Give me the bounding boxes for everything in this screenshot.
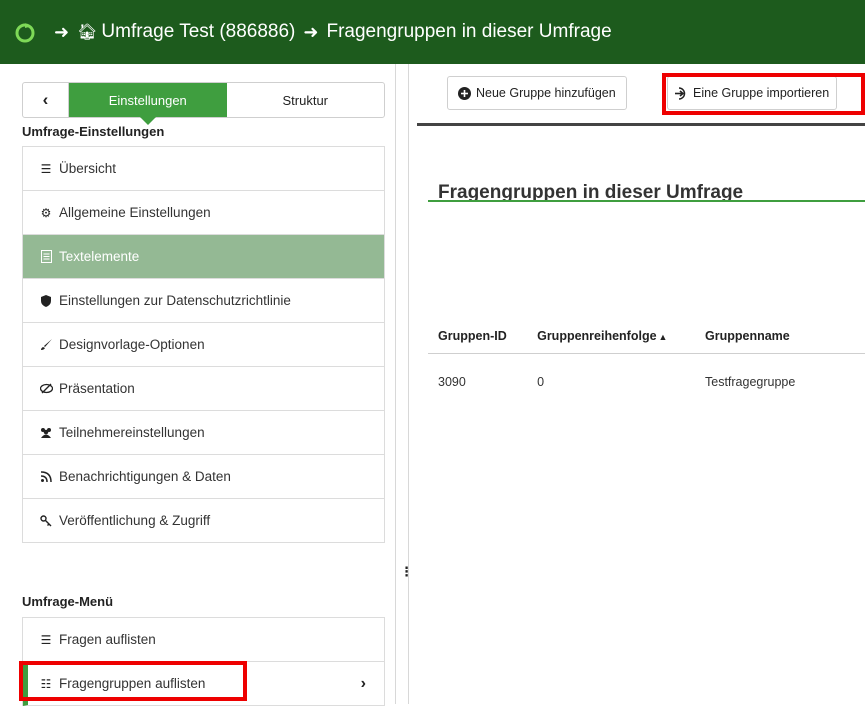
cogs-icon: ⚙ [40, 205, 52, 220]
limesurvey-logo-icon[interactable] [14, 21, 36, 43]
cell-group-order: 0 [537, 375, 545, 390]
sidebar-item-label: Benachrichtigungen & Daten [59, 469, 231, 484]
sidebar-item-label: Veröffentlichung & Zugriff [59, 513, 211, 528]
main-content: Neue Gruppe hinzufügen Eine Gruppe impor… [410, 64, 865, 704]
sidebar-item-praesentation[interactable]: Präsentation [23, 367, 384, 411]
sidebar-item-label: Übersicht [59, 161, 117, 176]
table-header-row: Gruppen-ID Gruppenreihenfolge ▲ Gruppenna… [428, 319, 865, 354]
column-header-label: Gruppenname [705, 328, 790, 343]
rss-icon [39, 471, 53, 482]
add-group-button[interactable]: Neue Gruppe hinzufügen [447, 76, 627, 110]
breadcrumb-survey[interactable]: Umfrage Test (886886) [101, 21, 295, 43]
top-bar: ➜ 🏠︎ Umfrage Test (886886) ➜ Fragengrupp… [0, 0, 865, 64]
sidebar-item-teilnehmereinstellungen[interactable]: Teilnehmereinstellungen [23, 411, 384, 455]
title-divider [428, 200, 865, 202]
eye-slash-icon [39, 383, 53, 394]
tab-einstellungen[interactable]: Einstellungen [69, 83, 227, 125]
sidebar-item-fragen-auflisten[interactable]: ☰ Fragen auflisten [23, 618, 384, 662]
settings-menu: ☰ Übersicht ⚙ Allgemeine Einstellungen T… [22, 146, 385, 543]
sidebar-item-allgemeine-einstellungen[interactable]: ⚙ Allgemeine Einstellungen [23, 191, 384, 235]
groups-table: Gruppen-ID Gruppenreihenfolge ▲ Gruppenna… [428, 319, 865, 411]
sidebar-item-label: Allgemeine Einstellungen [59, 205, 211, 220]
chevron-right-icon: › [360, 674, 366, 692]
menu-section-title: Umfrage-Menü [22, 594, 114, 609]
sidebar-item-datenschutz[interactable]: Einstellungen zur Datenschutzrichtlinie [23, 279, 384, 323]
sidebar-item-label: Teilnehmereinstellungen [59, 425, 205, 440]
key-icon [39, 514, 53, 527]
column-header-label: Gruppen-ID [438, 328, 507, 343]
add-group-label: Neue Gruppe hinzufügen [476, 86, 616, 100]
column-header-id[interactable]: Gruppen-ID [428, 319, 528, 354]
list-ol-icon: ☷ [40, 676, 52, 691]
list-icon: ☰ [40, 632, 52, 647]
home-icon[interactable]: 🏠︎ [77, 22, 97, 42]
column-header-order[interactable]: Gruppenreihenfolge ▲ [527, 319, 695, 354]
toolbar: Neue Gruppe hinzufügen Eine Gruppe impor… [417, 64, 865, 126]
import-icon [675, 86, 688, 100]
file-text-icon [39, 250, 53, 263]
settings-section-title: Umfrage-Einstellungen [22, 124, 165, 139]
tab-struktur[interactable]: Struktur [227, 83, 385, 117]
sidebar-item-label: Fragengruppen auflisten [59, 676, 206, 691]
column-header-label: Gruppenreihenfolge [537, 328, 657, 343]
sidebar-item-designvorlage[interactable]: Designvorlage-Optionen [23, 323, 384, 367]
import-group-button[interactable]: Eine Gruppe importieren [667, 76, 838, 110]
cell-group-name: Testfragegruppe [705, 375, 796, 390]
sidebar-tabbar: ‹ Einstellungen Struktur [22, 82, 385, 125]
breadcrumb-page: Fragengruppen in dieser Umfrage [326, 21, 612, 42]
brush-icon [39, 338, 53, 351]
collapse-sidebar-button[interactable]: ‹ [23, 83, 69, 117]
survey-menu: ☰ Fragen auflisten ☷ Fragengruppen aufli… [22, 617, 385, 706]
plus-circle-icon [458, 86, 471, 100]
sort-asc-icon: ▲ [658, 331, 668, 342]
sidebar-item-textelemente[interactable]: Textelemente [23, 235, 384, 279]
sidebar-item-benachrichtigungen[interactable]: Benachrichtigungen & Daten [23, 455, 384, 499]
shield-icon [39, 294, 53, 307]
list-icon: ☰ [40, 161, 52, 176]
breadcrumb-arrow-icon: ➜ [54, 21, 70, 42]
sidebar-item-fragengruppen-auflisten[interactable]: ☷ Fragengruppen auflisten › [23, 662, 384, 706]
breadcrumb-arrow-icon: ➜ [303, 21, 319, 42]
sidebar-item-label: Textelemente [59, 249, 140, 264]
sidebar-item-veroeffentlichung[interactable]: Veröffentlichung & Zugriff [23, 499, 384, 543]
sidebar-item-label: Einstellungen zur Datenschutzrichtlinie [59, 293, 291, 308]
import-group-label: Eine Gruppe importieren [693, 86, 830, 100]
sidebar-item-label: Designvorlage-Optionen [59, 337, 205, 352]
cell-group-id: 3090 [438, 375, 466, 390]
sidebar-item-label: Präsentation [59, 381, 135, 396]
table-row[interactable]: 3090 0 Testfragegruppe [428, 353, 865, 411]
column-header-name[interactable]: Gruppenname [695, 319, 865, 354]
users-icon [39, 427, 53, 438]
sidebar-resize-handle[interactable]: ⋮ [395, 64, 413, 704]
sidebar: ‹ Einstellungen Struktur Umfrage-Einstel… [0, 64, 395, 706]
sidebar-item-label: Fragen auflisten [59, 632, 156, 647]
sidebar-item-uebersicht[interactable]: ☰ Übersicht [23, 147, 384, 191]
